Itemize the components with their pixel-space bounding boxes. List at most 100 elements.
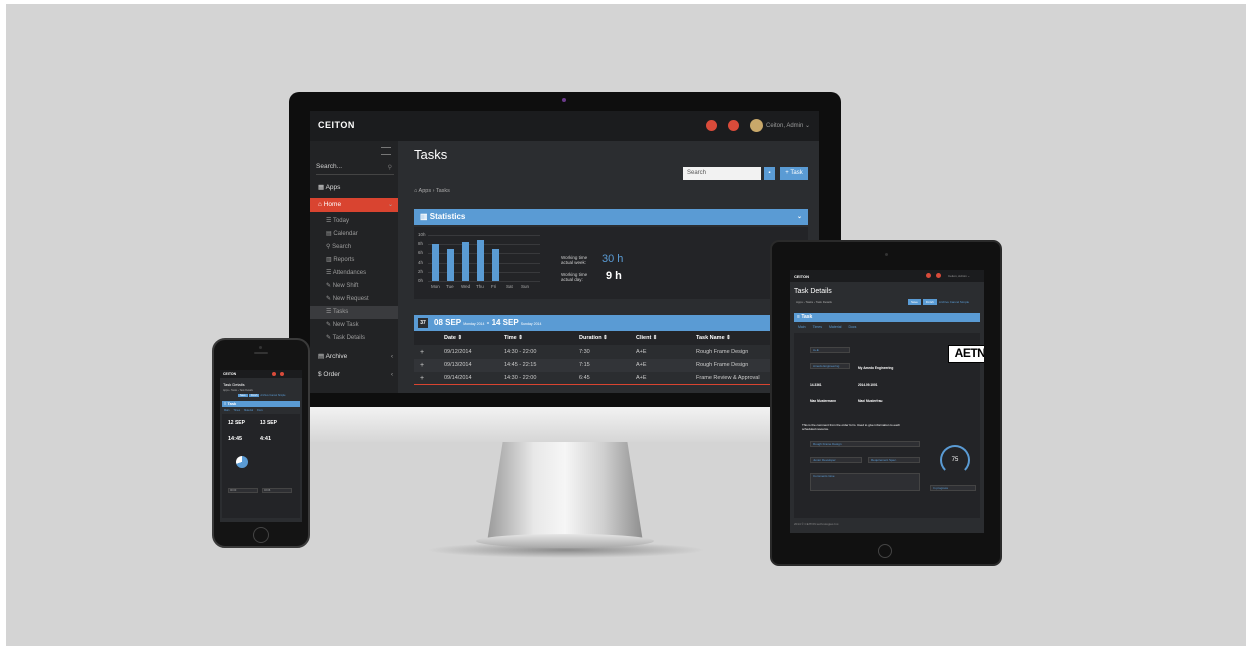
comments-field[interactable]: Comments Give — [810, 473, 920, 491]
requirement-select[interactable]: Requirement Spec. — [868, 457, 920, 463]
cancel-button[interactable]: Cancel — [950, 300, 959, 304]
add-task-button[interactable]: + Task — [780, 167, 808, 180]
app-logo[interactable]: CEITON — [223, 372, 236, 376]
user-menu[interactable]: Ceiton, Admin ⌄ — [948, 274, 970, 278]
finish-button[interactable]: Finish — [922, 299, 937, 305]
task-name-field[interactable]: Rough Frame Design — [810, 441, 920, 447]
sidebar-item-tasks[interactable]: ☰ Tasks — [310, 306, 398, 319]
cancel-button[interactable]: Cancel — [269, 394, 277, 397]
column-header-client[interactable]: Client ⇕ — [636, 331, 657, 345]
sidebar-item-apps[interactable]: ▦ Apps — [310, 181, 398, 195]
table-row[interactable]: + 09/14/2014 14:30 - 22:00 6:45 A+E Fram… — [414, 372, 808, 385]
tab-docs[interactable]: Docs — [257, 409, 263, 412]
sidebar-item-attendances[interactable]: ☰ Attendances — [310, 267, 398, 280]
week-to-sub: Sunday 2014 — [520, 322, 542, 326]
table-row[interactable]: + 09/12/2014 14:30 - 22:00 7:30 A+E Roug… — [414, 346, 808, 359]
x-tick-label: Mon — [431, 284, 440, 289]
sidebar-item-task-details[interactable]: ✎ Task Details — [310, 332, 398, 345]
start-field[interactable]: 00:00 — [228, 488, 258, 493]
tab-main[interactable]: Main — [224, 409, 229, 412]
task-panel-header[interactable]: ≡ Task — [794, 313, 980, 322]
sidebar-item-home[interactable]: ⌂ Home ⌄ — [310, 198, 398, 212]
sidebar-item-new-shift[interactable]: ✎ New Shift — [310, 280, 398, 293]
archive-button[interactable]: Archive — [260, 394, 268, 397]
y-tick-label: 10h — [418, 232, 426, 237]
user-menu[interactable]: Ceiton, Admin ⌄ — [766, 122, 810, 129]
sidebar-item-reports[interactable]: ▥ Reports — [310, 254, 398, 267]
camera-icon — [885, 253, 888, 256]
tablet-device: CEITON Ceiton, Admin ⌄ Task Details Apps… — [770, 240, 1002, 566]
search-input[interactable]: Search — [683, 167, 761, 180]
y-tick-label: 2h — [418, 268, 424, 274]
message-icon[interactable] — [728, 120, 739, 131]
column-header-task-name[interactable]: Task Name ⇕ — [696, 331, 731, 345]
tab-docs[interactable]: Docs — [848, 325, 856, 329]
simple-button[interactable]: Simple — [278, 394, 286, 397]
task-form: 12 SEP 13 SEP 14:45 4:41 00:00 03:06 — [222, 414, 300, 518]
page-title: Tasks — [414, 147, 448, 162]
column-header-duration[interactable]: Duration ⇕ — [579, 331, 608, 345]
sidebar-item-order[interactable]: $ Order ‹ — [310, 368, 398, 382]
date-from: 12 SEP — [228, 420, 245, 426]
field-b-value: 2014.09.1001 — [858, 383, 878, 387]
expand-icon[interactable]: + — [420, 372, 424, 385]
simple-button[interactable]: Simple — [960, 300, 969, 304]
table-row[interactable]: + 09/13/2014 14:45 - 22:15 7:15 A+E Roug… — [414, 359, 808, 372]
resource-select[interactable]: Junior Developer — [810, 457, 862, 463]
chevron-left-icon: ‹ — [391, 354, 393, 360]
column-header-date[interactable]: Date ⇕ — [444, 331, 462, 345]
search-button[interactable]: ▪ — [764, 167, 775, 180]
sidebar-item-new-request[interactable]: ✎ New Request — [310, 293, 398, 306]
task-panel-header[interactable]: ≡ Task — [222, 401, 300, 407]
app-logo[interactable]: CEITON — [318, 120, 355, 130]
desktop-screen: CEITON Ceiton, Admin ⌄ Search... ⚲ ▦ App… — [310, 111, 819, 393]
chart-bar — [477, 239, 484, 281]
message-icon[interactable] — [280, 372, 284, 376]
sidebar-item-today[interactable]: ☰ Today — [310, 215, 398, 228]
x-tick-label: Sat — [506, 284, 513, 289]
avatar[interactable] — [750, 119, 763, 132]
week-number-badge: 37 — [418, 318, 428, 328]
finish-button[interactable]: Finish — [248, 394, 260, 397]
status-select[interactable]: In progress — [930, 485, 976, 491]
week-to: 14 SEP — [491, 318, 519, 327]
menu-toggle-icon[interactable] — [381, 147, 391, 155]
client-select[interactable]: A+E — [810, 347, 850, 353]
x-tick-label: Thu — [476, 284, 484, 289]
tab-times[interactable]: Times — [813, 325, 822, 329]
notification-icon[interactable] — [926, 273, 931, 278]
message-icon[interactable] — [936, 273, 941, 278]
sidebar-search-input[interactable]: Search... ⚲ — [316, 163, 394, 175]
breadcrumb: ⌂ Apps › Tasks — [414, 188, 450, 194]
footer: 2014 © CEITON technologies Inc. — [794, 522, 840, 526]
search-icon: ⚲ — [387, 165, 392, 171]
save-button[interactable]: Save — [908, 299, 921, 305]
tab-material[interactable]: Material — [829, 325, 841, 329]
week-from-sub: Monday 2014 — [463, 322, 485, 326]
sidebar-item-calendar[interactable]: ▤ Calendar — [310, 228, 398, 241]
notification-icon[interactable] — [272, 372, 276, 376]
app-logo[interactable]: CEITON — [794, 274, 809, 279]
notification-icon[interactable] — [706, 120, 717, 131]
archive-button[interactable]: Archive — [939, 300, 949, 304]
tab-times[interactable]: Times — [233, 409, 240, 412]
gridline — [428, 253, 540, 255]
end-field[interactable]: 03:06 — [262, 488, 292, 493]
tab-material[interactable]: Material — [244, 409, 253, 412]
sidebar-item-new-task[interactable]: ✎ New Task — [310, 319, 398, 332]
expand-icon[interactable]: + — [420, 359, 424, 372]
top-navbar: CEITON Ceiton, Admin ⌄ — [310, 111, 819, 141]
gridline — [428, 271, 540, 273]
date-to: 13 SEP — [260, 420, 277, 426]
company-select[interactable]: Amedo Engineering — [810, 363, 850, 369]
expand-icon[interactable]: + — [420, 346, 424, 359]
sidebar-item-search[interactable]: ⚲ Search — [310, 241, 398, 254]
statistics-panel-header[interactable]: ▥ Statistics ⌄ — [414, 209, 808, 225]
client-logo: AETN — [948, 345, 984, 363]
tab-main[interactable]: Main — [798, 325, 806, 329]
table-header: Date ⇕ Time ⇕ Duration ⇕ Client ⇕ Task N… — [414, 331, 808, 345]
sidebar-item-archive[interactable]: ▤ Archive ‹ — [310, 350, 398, 364]
page-title: Task Details — [794, 288, 832, 295]
save-button[interactable]: Save — [238, 394, 248, 397]
column-header-time[interactable]: Time ⇕ — [504, 331, 523, 345]
